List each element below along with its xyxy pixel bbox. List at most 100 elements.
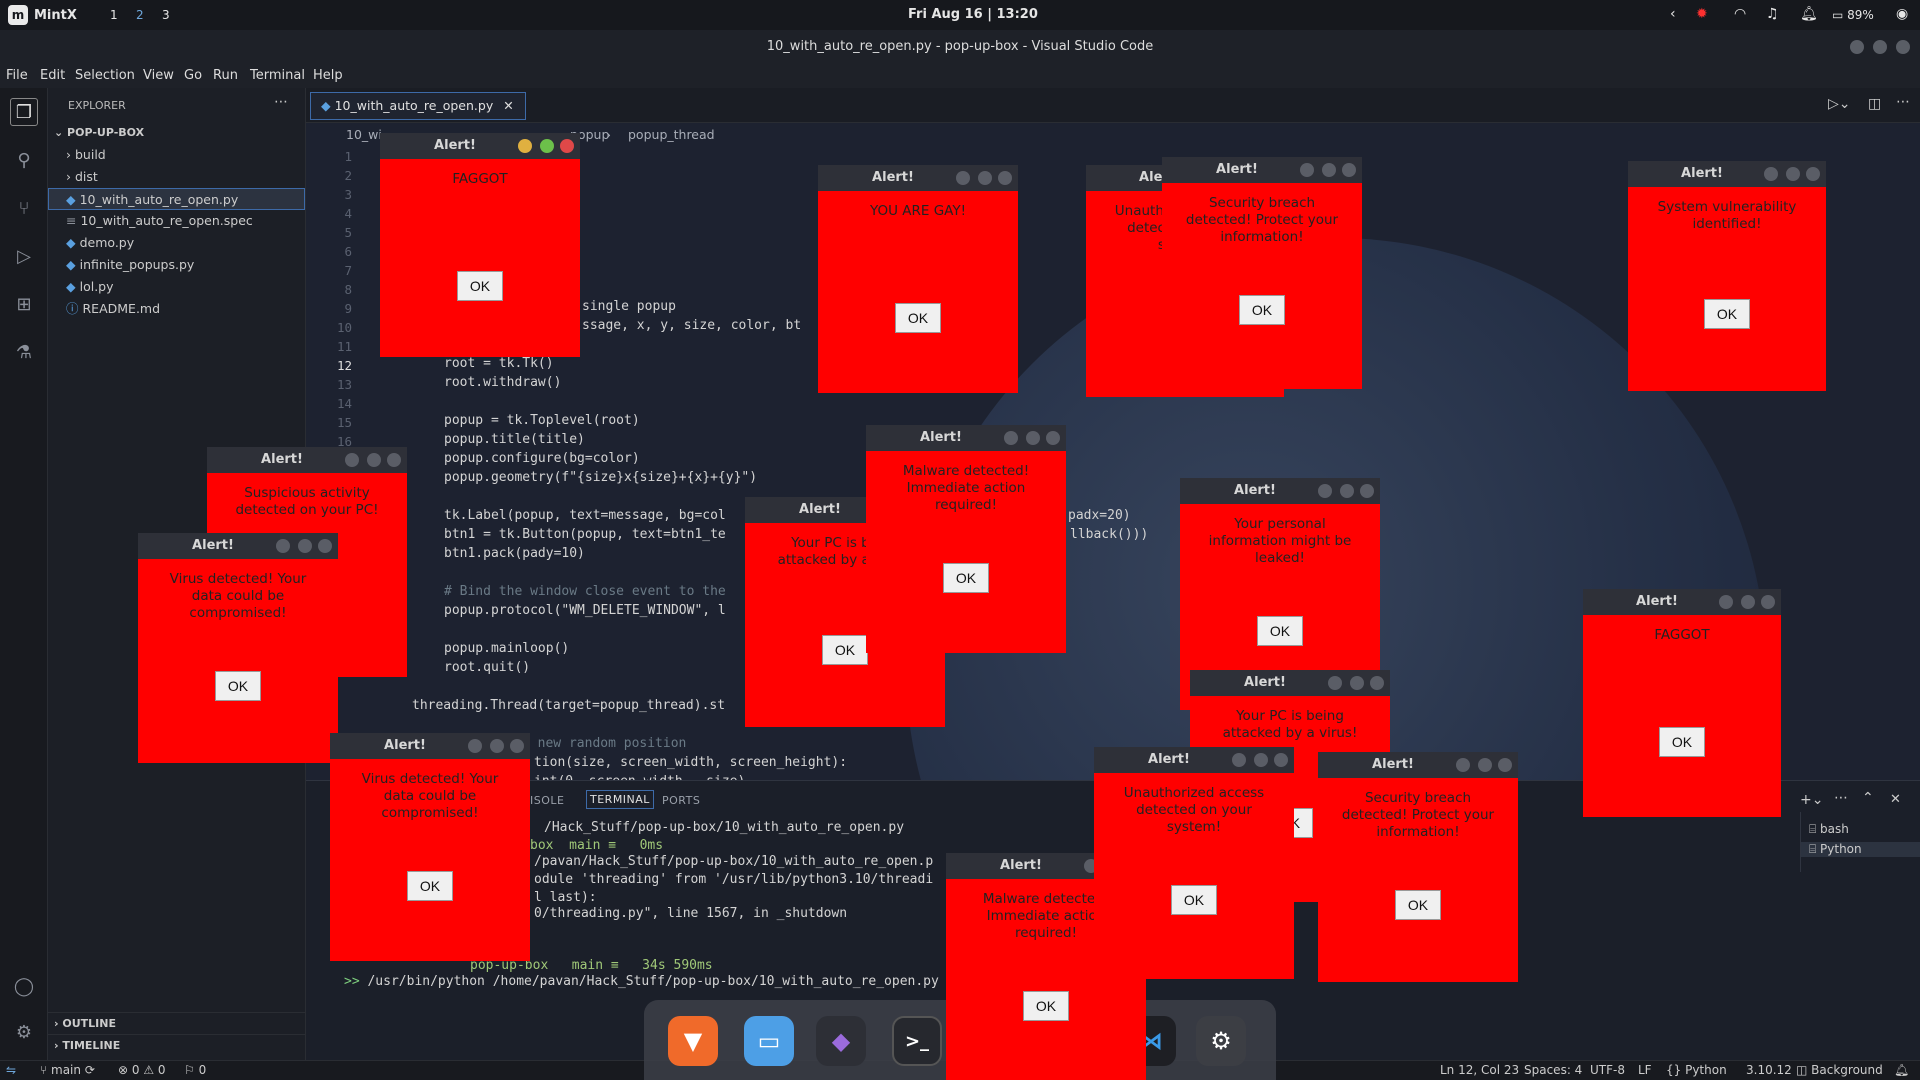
- run-debug-icon[interactable]: ▷: [10, 242, 38, 270]
- terminal-python[interactable]: ⌸ Python: [1801, 842, 1920, 857]
- code-line[interactable]: root.withdraw(): [444, 375, 561, 390]
- popup-close-button[interactable]: [318, 539, 332, 553]
- file-10-with-auto-re-open[interactable]: ◆ 10_with_auto_re_open.py: [48, 188, 305, 210]
- code-line[interactable]: padx=20): [1068, 508, 1131, 523]
- popup-title-bar[interactable]: Alert!: [330, 733, 530, 759]
- popup-maximize-button[interactable]: [1350, 676, 1364, 690]
- alert-popup[interactable]: Alert! YOU ARE GAY! OK: [818, 165, 1018, 393]
- alert-popup[interactable]: Alert! Security breach detected! Protect …: [1162, 157, 1362, 389]
- alert-popup[interactable]: Alert! Unauthorized access detected on yo…: [1094, 747, 1294, 979]
- code-line[interactable]: llback())): [1070, 527, 1148, 542]
- code-line[interactable]: threading.Thread(target=popup_thread).st: [412, 698, 725, 713]
- popup-minimize-button[interactable]: [345, 453, 359, 467]
- file-readme[interactable]: ⓘ README.md: [48, 298, 305, 320]
- popup-minimize-button[interactable]: [1232, 753, 1246, 767]
- popup-maximize-button[interactable]: [1741, 595, 1755, 609]
- chevron-left-icon[interactable]: ‹: [1670, 6, 1676, 22]
- split-editor-icon[interactable]: ◫: [1868, 96, 1881, 112]
- menu-run[interactable]: Run: [213, 68, 238, 83]
- folder-dist[interactable]: › dist: [48, 166, 305, 188]
- alert-popup[interactable]: Alert! Security breach detected! Protect …: [1318, 752, 1518, 982]
- terminal-bash[interactable]: ⌸ bash: [1809, 822, 1849, 837]
- tab-debug-console[interactable]: ISOLE: [530, 794, 564, 807]
- code-line[interactable]: popup.protocol("WM_DELETE_WINDOW", l: [444, 603, 726, 618]
- project-folder[interactable]: ⌄ POP-UP-BOX: [48, 122, 305, 144]
- popup-maximize-button[interactable]: [298, 539, 312, 553]
- popup-title-bar[interactable]: Alert!: [1583, 589, 1781, 615]
- alert-popup[interactable]: Alert! Virus detected! Your data could be…: [330, 733, 530, 961]
- code-line[interactable]: popup.geometry(f"{size}x{size}+{x}+{y}"): [444, 470, 757, 485]
- obsidian-icon[interactable]: ◆: [816, 1016, 866, 1066]
- breadcrumb-file[interactable]: 10_wi: [346, 127, 382, 142]
- menu-selection[interactable]: Selection: [75, 68, 135, 83]
- popup-title-bar[interactable]: Alert!: [1094, 747, 1294, 773]
- clock[interactable]: Fri Aug 16 | 13:20: [908, 7, 1038, 22]
- file-lol[interactable]: ◆ lol.py: [48, 276, 305, 298]
- panel-more-icon[interactable]: ⋯: [1834, 790, 1848, 806]
- workspace-1[interactable]: 1: [110, 8, 118, 22]
- notifications-bell-icon[interactable]: 🔔︎: [1894, 1063, 1909, 1077]
- popup-close-button[interactable]: [1761, 595, 1775, 609]
- branch-indicator[interactable]: ⑂ main ⟳: [40, 1063, 95, 1077]
- file-demo[interactable]: ◆ demo.py: [48, 232, 305, 254]
- popup-maximize-button[interactable]: [1478, 758, 1492, 772]
- code-line[interactable]: ssage, x, y, size, color, bt: [582, 318, 801, 333]
- cursor-position[interactable]: Ln 12, Col 23: [1440, 1063, 1519, 1077]
- popup-maximize-button[interactable]: [1254, 753, 1268, 767]
- user-icon[interactable]: ◉: [1896, 6, 1908, 22]
- popup-minimize-button[interactable]: [956, 171, 970, 185]
- popup-minimize-button[interactable]: [518, 139, 532, 153]
- popup-ok-button[interactable]: OK: [822, 635, 868, 665]
- menu-view[interactable]: View: [143, 68, 174, 83]
- menu-edit[interactable]: Edit: [40, 68, 65, 83]
- tab-ports[interactable]: PORTS: [662, 794, 700, 807]
- extensions-icon[interactable]: ⊞: [10, 290, 38, 318]
- code-line[interactable]: btn1 = tk.Button(popup, text=btn1_te: [444, 527, 726, 542]
- popup-maximize-button[interactable]: [1026, 431, 1040, 445]
- encoding[interactable]: UTF-8: [1590, 1063, 1625, 1077]
- close-tab-icon[interactable]: ✕: [503, 98, 513, 113]
- alert-popup[interactable]: Alert! FAGGOT OK: [1583, 589, 1781, 817]
- end-of-line[interactable]: LF: [1638, 1063, 1652, 1077]
- popup-close-button[interactable]: [1498, 758, 1512, 772]
- popup-ok-button[interactable]: OK: [1257, 616, 1303, 646]
- files-icon[interactable]: ▭: [744, 1016, 794, 1066]
- more-actions-icon[interactable]: ⋯: [274, 94, 288, 110]
- alert-popup[interactable]: Alert! Malware detected! Immediate action…: [866, 425, 1066, 653]
- maximize-panel-icon[interactable]: ⌃: [1862, 790, 1874, 806]
- alert-popup[interactable]: Alert! Virus detected! Your data could be…: [138, 533, 338, 763]
- code-line[interactable]: single popup: [582, 299, 676, 314]
- breadcrumb-symbol[interactable]: popup_thread: [628, 127, 715, 142]
- code-line[interactable]: popup = tk.Toplevel(root): [444, 413, 640, 428]
- alert-popup[interactable]: Alert! FAGGOT OK: [380, 133, 580, 357]
- popup-title-bar[interactable]: Alert!: [138, 533, 338, 559]
- popup-minimize-button[interactable]: [1318, 484, 1332, 498]
- indentation[interactable]: Spaces: 4: [1524, 1063, 1582, 1077]
- popup-close-button[interactable]: [998, 171, 1012, 185]
- popup-minimize-button[interactable]: [276, 539, 290, 553]
- popup-maximize-button[interactable]: [367, 453, 381, 467]
- popup-minimize-button[interactable]: [1719, 595, 1733, 609]
- music-icon[interactable]: ♫: [1766, 6, 1779, 22]
- popup-maximize-button[interactable]: [1786, 167, 1800, 181]
- popup-close-button[interactable]: [1046, 431, 1060, 445]
- popup-minimize-button[interactable]: [1764, 167, 1778, 181]
- code-line[interactable]: n new random position: [522, 736, 686, 751]
- popup-minimize-button[interactable]: [1004, 431, 1018, 445]
- popup-close-button[interactable]: [1370, 676, 1384, 690]
- popup-ok-button[interactable]: OK: [215, 671, 261, 701]
- testing-icon[interactable]: ⚗: [10, 338, 38, 366]
- popup-title-bar[interactable]: Alert!: [1190, 670, 1390, 696]
- popup-maximize-button[interactable]: [1340, 484, 1354, 498]
- battery-indicator[interactable]: ▭ 89%: [1832, 8, 1874, 22]
- editor-more-icon[interactable]: ⋯: [1896, 94, 1910, 110]
- timeline-section[interactable]: › TIMELINE: [48, 1034, 305, 1056]
- popup-title-bar[interactable]: Alert!: [207, 447, 407, 473]
- tab-10-with-auto-re-open[interactable]: ◆ 10_with_auto_re_open.py ✕: [310, 92, 526, 120]
- close-window-button[interactable]: [1896, 40, 1910, 54]
- popup-title-bar[interactable]: Alert!: [1628, 161, 1826, 187]
- language-mode[interactable]: {} Python: [1666, 1063, 1727, 1077]
- popup-close-button[interactable]: [560, 139, 574, 153]
- system-logo[interactable]: m MintX: [8, 5, 77, 25]
- popup-minimize-button[interactable]: [1328, 676, 1342, 690]
